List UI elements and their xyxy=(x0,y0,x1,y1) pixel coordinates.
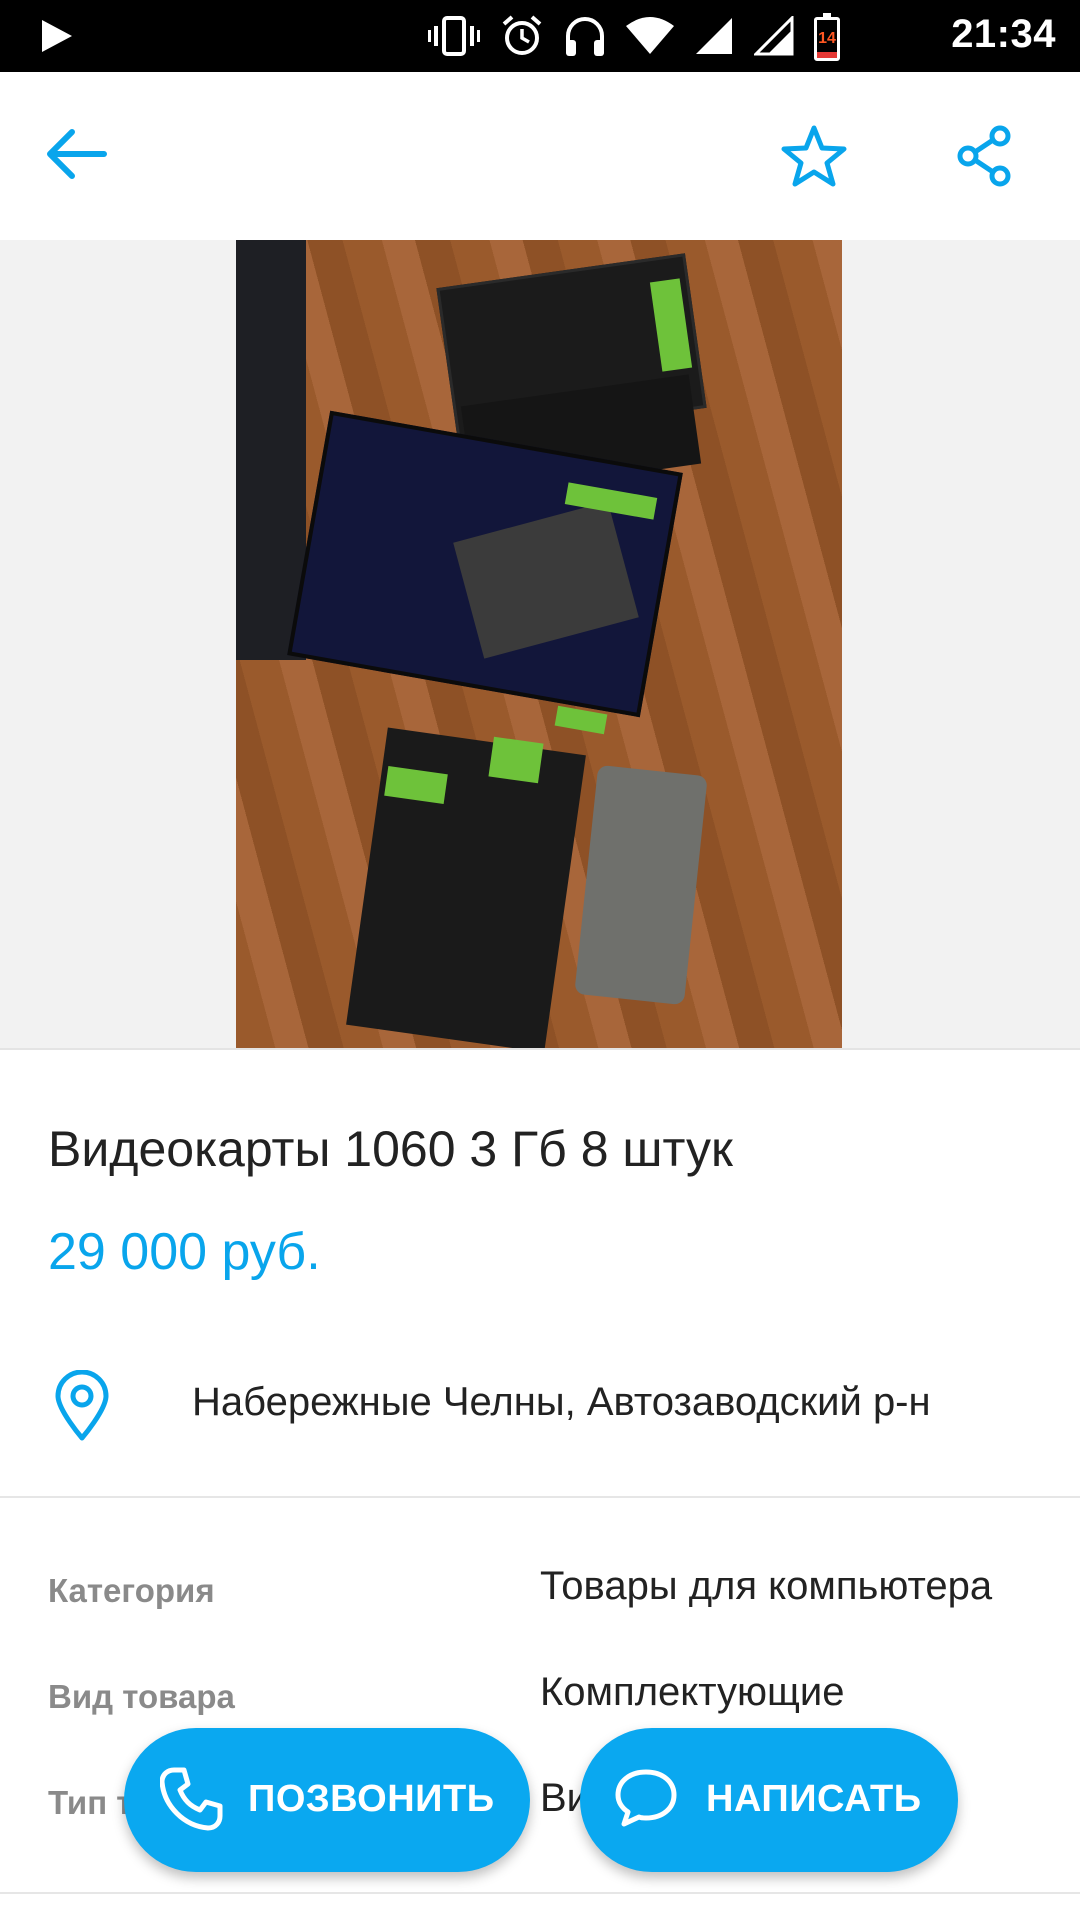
star-outline-icon[interactable] xyxy=(780,124,848,193)
alarm-icon xyxy=(500,14,544,63)
listing-photo[interactable] xyxy=(236,240,842,1048)
signal-icon-2 xyxy=(752,14,794,61)
chat-bubble-icon xyxy=(614,1768,678,1833)
param-row-category: Категория Товары для компьютера xyxy=(0,1558,1080,1638)
share-icon[interactable] xyxy=(956,124,1012,193)
back-arrow-icon[interactable] xyxy=(44,128,108,185)
battery-level: 14 xyxy=(818,29,836,47)
photo-gallery[interactable] xyxy=(0,240,1080,1050)
play-icon xyxy=(40,18,74,59)
param-label: Вид товара xyxy=(48,1678,235,1715)
param-row-product-type: Вид товара Комплектующие xyxy=(0,1664,1080,1744)
divider xyxy=(0,1892,1080,1894)
write-button-label: НАПИСАТЬ xyxy=(706,1778,922,1820)
vibrate-icon xyxy=(428,14,480,63)
status-bar: 14 21:34 xyxy=(0,0,1080,72)
wifi-icon xyxy=(626,16,674,61)
param-value: Комплектующие xyxy=(540,1670,845,1714)
location-text: Набережные Челны, Автозаводский р-н xyxy=(192,1380,931,1424)
param-value: Товары для компьютера xyxy=(540,1564,993,1608)
location-pin-icon xyxy=(54,1369,110,1447)
divider xyxy=(0,1496,1080,1498)
listing-price: 29 000 руб. xyxy=(48,1223,321,1281)
app-bar xyxy=(0,72,1080,240)
write-button[interactable]: НАПИСАТЬ xyxy=(580,1728,958,1872)
status-icons: 14 xyxy=(428,12,840,63)
status-time: 21:34 xyxy=(951,12,1056,56)
call-button[interactable]: ПОЗВОНИТЬ xyxy=(124,1728,530,1872)
headset-icon xyxy=(564,14,606,63)
location-row[interactable]: Набережные Челны, Автозаводский р-н xyxy=(0,1360,1080,1500)
call-button-label: ПОЗВОНИТЬ xyxy=(248,1778,495,1820)
phone-icon xyxy=(159,1766,224,1837)
param-label: Тип т xyxy=(48,1784,133,1821)
signal-icon xyxy=(694,16,734,61)
battery-icon: 14 xyxy=(814,12,840,61)
param-label: Категория xyxy=(48,1572,215,1609)
listing-title: Видеокарты 1060 3 Гб 8 штук xyxy=(48,1121,733,1177)
